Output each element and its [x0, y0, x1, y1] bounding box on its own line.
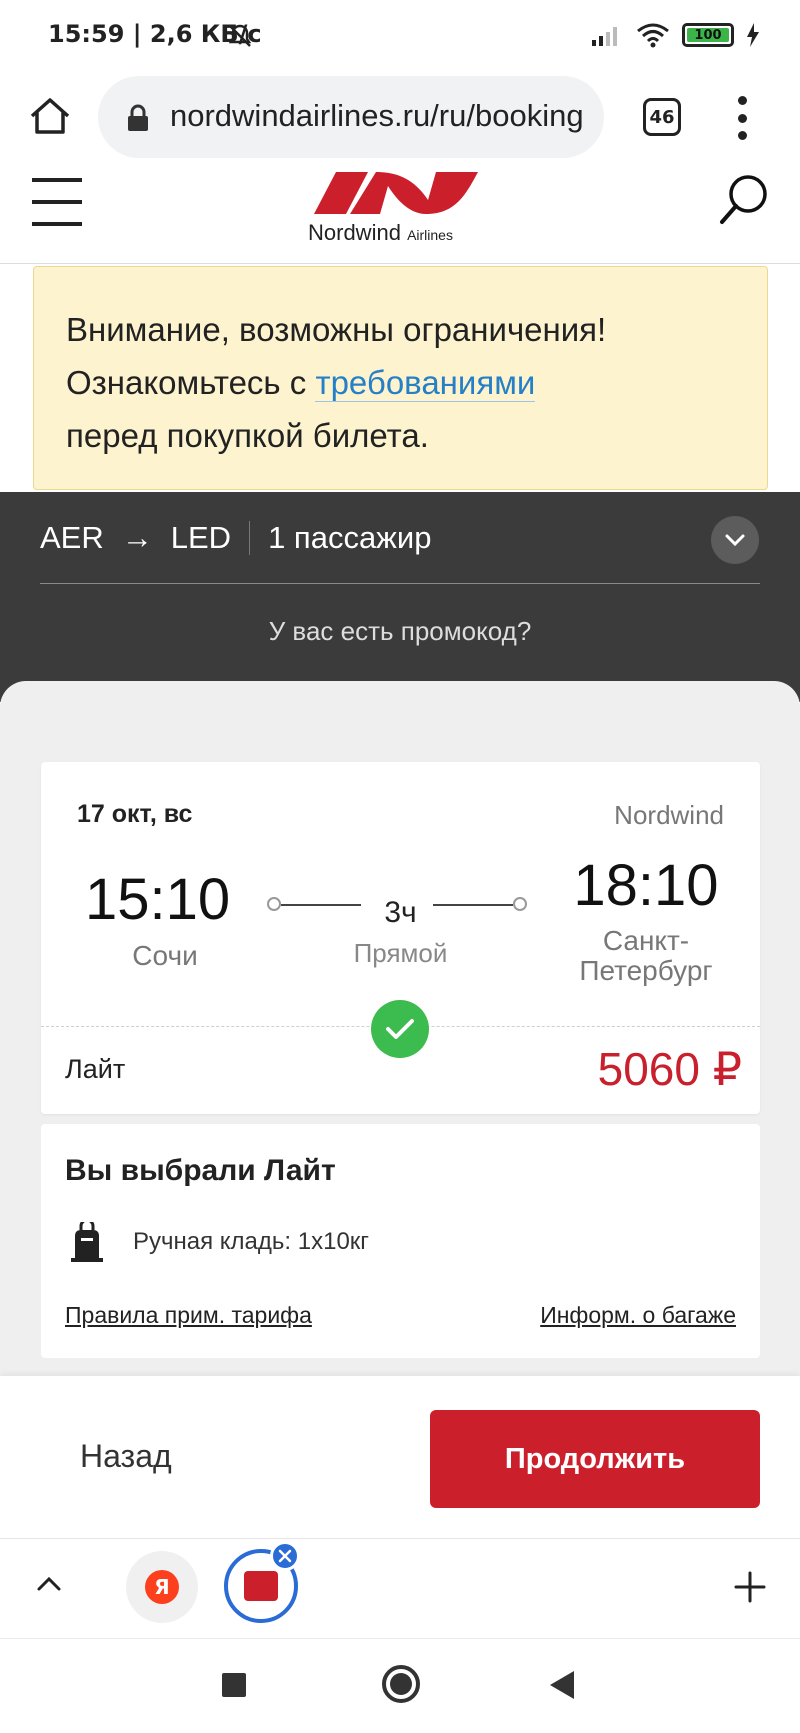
home-nav-icon[interactable] [382, 1665, 420, 1703]
notice-line-1: Внимание, возможны ограничения! [66, 311, 607, 348]
wifi-icon [637, 23, 669, 48]
chevron-up-icon[interactable] [34, 1569, 64, 1599]
fare-name: Лайт [65, 1054, 126, 1084]
flight-date: 17 окт, вс [77, 800, 193, 828]
more-icon[interactable] [730, 90, 754, 146]
logo-sub: Airlines [407, 227, 453, 243]
notice-line-2: Ознакомьтесь с требованиями [66, 356, 735, 409]
baggage-allowance: Ручная кладь: 1х10кг [133, 1228, 370, 1255]
requirements-link[interactable]: требованиями [315, 364, 536, 402]
new-tab-icon[interactable] [730, 1567, 770, 1607]
action-bar: Назад Продолжить [0, 1376, 800, 1538]
yandex-icon: Я [145, 1570, 179, 1604]
browser-toolbar: nordwindairlines.ru/ru/booking 46 [0, 72, 800, 172]
fare-rules-link[interactable]: Правила прим. тарифа [65, 1302, 312, 1329]
back-button[interactable]: Назад [80, 1438, 172, 1475]
destination-code: LED [170, 520, 232, 555]
site-header: Nordwind Airlines [0, 172, 800, 264]
arrival-city-line-2: Петербург [579, 955, 713, 986]
logo-text[interactable]: Nordwind Airlines [308, 220, 453, 246]
restrictions-notice: Внимание, возможны ограничения! Ознакомь… [33, 266, 768, 490]
origin-code: AER [40, 520, 104, 555]
lock-icon [128, 104, 148, 131]
arrival-city: Санкт- Петербург [553, 926, 739, 986]
home-icon[interactable] [28, 94, 72, 138]
continue-button[interactable]: Продолжить [430, 1410, 760, 1508]
promo-code-link[interactable]: У вас есть промокод? [0, 616, 800, 647]
mute-icon [228, 24, 252, 47]
close-tab-icon[interactable] [270, 1541, 300, 1571]
logo-name: Nordwind [308, 220, 401, 245]
recent-apps-icon[interactable] [222, 1673, 246, 1697]
tabs-icon[interactable]: 46 [643, 98, 681, 136]
browser-tab-strip: Я [0, 1538, 800, 1638]
charging-icon [747, 23, 759, 47]
route-summary[interactable]: AER → LED 1 пассажир [40, 520, 431, 556]
airline-name: Nordwind [614, 800, 724, 830]
chevron-down-icon [725, 534, 745, 547]
tariff-card: Вы выбрали Лайт Ручная кладь: 1х10кг Пра… [41, 1124, 760, 1358]
url-text[interactable]: nordwindairlines.ru/ru/booking [170, 98, 584, 134]
battery-indicator: 100 [682, 23, 734, 47]
route-divider [249, 521, 251, 555]
route-arrow: → [121, 520, 153, 555]
passenger-count: 1 пассажир [268, 520, 432, 555]
status-bar: 15:59 | 2,6 КБ/с 100 [0, 0, 800, 72]
flight-card[interactable]: 17 окт, вс Nordwind 15:10 Сочи 3ч Прямой… [41, 762, 760, 1114]
summary-divider [40, 583, 760, 584]
status-indicators: 100 [590, 22, 760, 48]
close-icon [278, 1549, 292, 1563]
expand-button[interactable] [711, 516, 759, 564]
nordwind-logo-mark[interactable] [306, 172, 486, 214]
arrival-time: 18:10 [573, 853, 719, 918]
search-icon[interactable] [716, 172, 772, 228]
address-bar[interactable]: nordwindairlines.ru/ru/booking [98, 76, 604, 158]
search-summary: AER → LED 1 пассажир У вас есть промокод… [0, 492, 800, 702]
hand-luggage-icon [71, 1222, 103, 1262]
nordwind-favicon-icon [244, 1571, 278, 1601]
battery-level: 100 [694, 27, 722, 43]
checkmark-icon [386, 1019, 414, 1039]
arrival-city-line-1: Санкт- [602, 925, 690, 956]
signal-icon [592, 27, 617, 46]
notice-line-2-text: Ознакомьтесь с [66, 364, 316, 401]
tab-yandex[interactable]: Я [126, 1551, 198, 1623]
back-nav-icon[interactable] [550, 1671, 574, 1699]
tariff-title: Вы выбрали Лайт [65, 1154, 336, 1187]
fare-price: 5060 ₽ [597, 1043, 742, 1095]
selected-check-icon [371, 1000, 429, 1058]
android-nav-bar [0, 1638, 800, 1733]
baggage-info-link[interactable]: Информ. о багаже [540, 1302, 736, 1329]
notice-line-3: перед покупкой билета. [66, 417, 429, 454]
hamburger-icon[interactable] [32, 178, 82, 226]
